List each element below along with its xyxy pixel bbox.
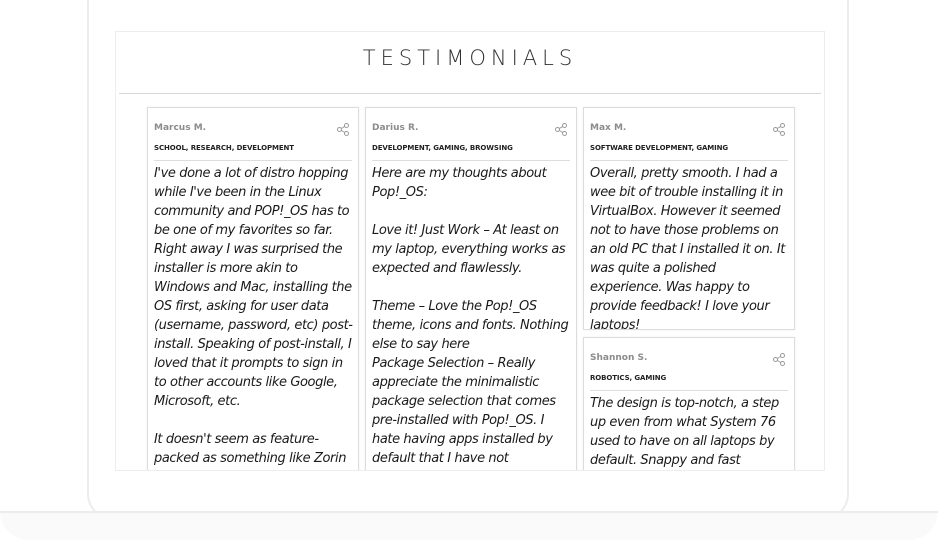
card-divider xyxy=(372,160,570,161)
testimonial-paragraph: I've done a lot of distro hopping while … xyxy=(154,166,353,409)
testimonial-card: Max M. SOFTWARE DEVELOPMENT, GAMING Over… xyxy=(583,107,795,330)
laptop-base xyxy=(0,511,938,540)
author-tags: ROBOTICS, GAMING xyxy=(590,374,667,382)
card-divider xyxy=(590,390,788,391)
testimonial-paragraph: Love it! Just Work – At least on my lapt… xyxy=(372,223,566,276)
author-name: Max M. xyxy=(590,123,627,133)
testimonial-paragraph: Overall, pretty smooth. I had a wee bit … xyxy=(590,166,785,330)
share-icon[interactable] xyxy=(337,123,349,136)
page-title: TESTIMONIALS xyxy=(362,46,578,70)
testimonial-paragraph: Here are my thoughts about Pop!_OS: xyxy=(372,166,547,200)
testimonial-text: Here are my thoughts about Pop!_OS: Love… xyxy=(372,164,571,470)
screen: TESTIMONIALS Marcus M. SCHOOL, RESEARCH,… xyxy=(115,31,825,471)
testimonial-paragraph: It doesn't seem as feature-packed as som… xyxy=(154,432,347,466)
testimonial-paragraph: Theme – Love the Pop!_OS theme, icons an… xyxy=(372,299,569,352)
author-tags: DEVELOPMENT, GAMING, BROWSING xyxy=(372,144,513,152)
author-tags: SOFTWARE DEVELOPMENT, GAMING xyxy=(590,144,729,152)
testimonial-paragraph: The design is top-notch, a step up even … xyxy=(590,396,779,468)
author-name: Marcus M. xyxy=(154,123,207,133)
testimonial-paragraph: Package Selection – Really appreciate th… xyxy=(372,356,556,466)
author-name: Shannon S. xyxy=(590,353,648,363)
testimonial-card: Darius R. DEVELOPMENT, GAMING, BROWSING … xyxy=(365,107,577,470)
testimonial-text: The design is top-notch, a step up even … xyxy=(590,394,789,470)
share-icon[interactable] xyxy=(773,123,785,136)
author-name: Darius R. xyxy=(372,123,419,133)
testimonial-card: Shannon S. ROBOTICS, GAMING The design i… xyxy=(583,337,795,470)
share-icon[interactable] xyxy=(555,123,567,136)
share-icon[interactable] xyxy=(773,353,785,366)
card-divider xyxy=(590,160,788,161)
testimonial-card: Marcus M. SCHOOL, RESEARCH, DEVELOPMENT … xyxy=(147,107,359,470)
testimonial-text: I've done a lot of distro hopping while … xyxy=(154,164,353,470)
card-divider xyxy=(154,160,352,161)
testimonial-text: Overall, pretty smooth. I had a wee bit … xyxy=(590,164,789,330)
title-divider xyxy=(119,93,821,94)
author-tags: SCHOOL, RESEARCH, DEVELOPMENT xyxy=(154,144,294,152)
